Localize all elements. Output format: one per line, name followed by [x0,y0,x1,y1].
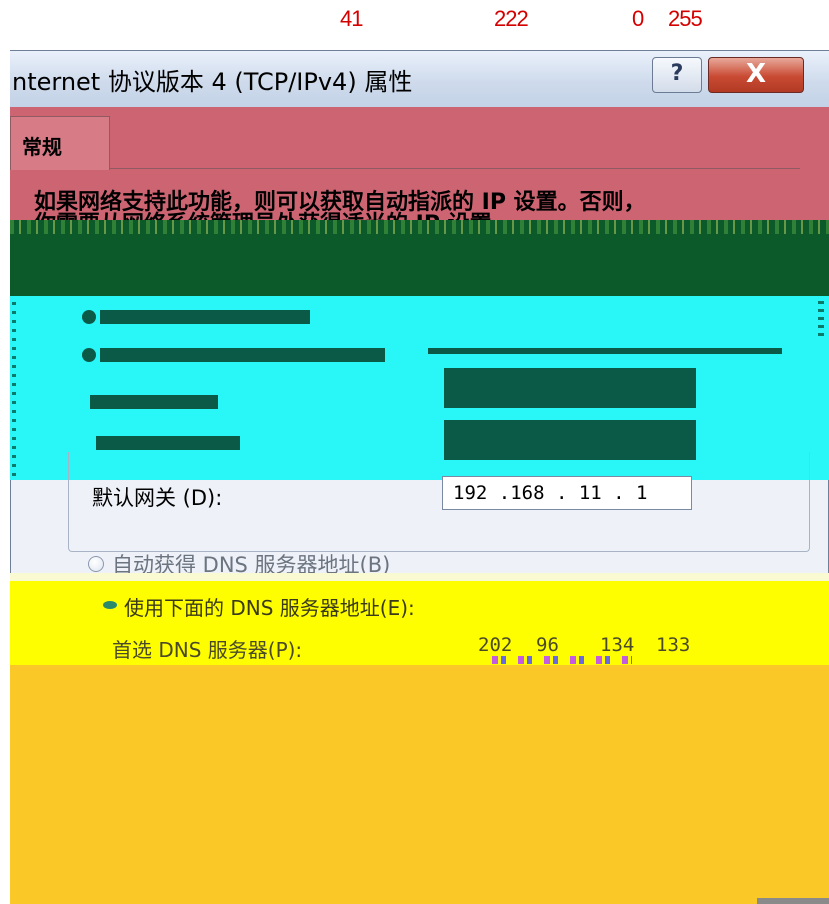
gateway-input[interactable]: 192 .168 . 11 . 1 [442,476,692,510]
dns-auto-radio[interactable] [88,556,104,572]
auto-ip-label-obscured [100,310,310,324]
close-button[interactable]: X [708,57,804,93]
subnet-mask-label-obscured [96,436,240,450]
help-icon: ? [670,61,684,86]
close-icon: X [745,59,767,89]
description-line-2: 你需要从网络系统管理员处获得适当的 IP 设置。 [34,206,514,220]
cyan-left-edge [12,296,16,480]
preferred-dns-label: 首选 DNS 服务器(P): [112,638,303,662]
preferred-dns-octet-3[interactable]: 134 [600,634,634,656]
window-title: nternet 协议版本 4 (TCP/IPv4) 属性 [12,68,413,96]
help-button[interactable]: ? [652,57,702,93]
green-overlay-noise [10,220,829,234]
group-border-obscured [428,348,782,354]
tab-general-label: 常规 [22,135,62,159]
readout-red-value: 41 [340,6,364,31]
auto-ip-radio[interactable] [82,310,96,324]
readout-alpha-value: 255 [668,6,703,31]
corner-scrollbar-fragment [757,898,829,904]
dns-manual-radio[interactable] [103,601,117,609]
readout-blue-value: 0 [632,6,644,31]
preferred-dns-octet-4[interactable]: 133 [656,634,690,656]
ip-address-field-obscured[interactable] [444,368,696,408]
ip-address-label-obscured [90,395,218,409]
preferred-dns-octet-2[interactable]: 96 [536,634,559,656]
yellow-overlay-noise [492,656,632,664]
dns-manual-label: 使用下面的 DNS 服务器地址(E): [124,596,415,620]
manual-ip-label-obscured [100,348,385,362]
tab-divider [110,168,800,169]
manual-ip-radio[interactable] [82,348,96,362]
yellow-overlay-top-strip [10,573,829,581]
gateway-label: 默认网关 (D): [92,486,223,510]
orange-overlay-band [10,665,829,904]
readout-green-value: 222 [494,6,529,31]
cyan-right-edge [818,296,824,336]
preferred-dns-octet-1[interactable]: 202 [478,634,512,656]
